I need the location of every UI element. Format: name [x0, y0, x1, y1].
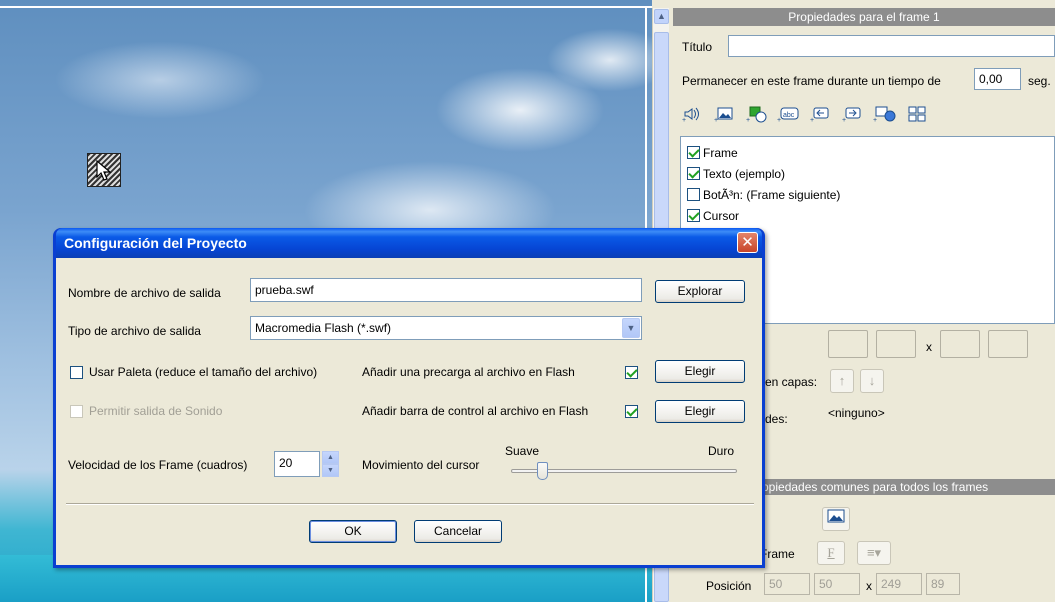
list-item-label: Cursor [703, 208, 740, 223]
slider-max-label: Duro [708, 444, 735, 458]
panel-header: Propiedades para el frame 1 [673, 8, 1055, 26]
frame-label: Frame [760, 547, 795, 561]
stay-time-label: Permanecer en este frame durante un tiem… [682, 74, 941, 88]
svg-text:+: + [714, 117, 718, 123]
web-link-icon[interactable]: + [872, 103, 898, 125]
controlbar-label: Añadir barra de control al archivo en Fl… [362, 404, 589, 418]
arrow-cursor-icon [96, 160, 112, 181]
size-separator: x [926, 340, 932, 354]
output-type-select[interactable]: Macromedia Flash (*.swf) ▼ [250, 316, 642, 340]
background-image-icon[interactable] [822, 507, 850, 531]
grid-icon[interactable] [904, 103, 930, 125]
list-item[interactable]: BotÃ³n: (Frame siguiente) [687, 184, 1054, 205]
title-label: Título [682, 40, 713, 54]
controlbar-checkbox[interactable] [625, 405, 638, 418]
image-icon[interactable]: + [712, 103, 738, 125]
position-w[interactable]: 249 [876, 573, 922, 595]
spin-up-icon[interactable]: ▲ [322, 451, 339, 464]
align-dropdown-icon[interactable]: ≡▾ [857, 541, 891, 565]
list-item-label: Texto (ejemplo) [703, 166, 786, 181]
spin-down-icon[interactable]: ▼ [322, 464, 339, 477]
button-next-icon[interactable]: + [840, 103, 866, 125]
frame-speed-input[interactable]: 20 [274, 451, 320, 477]
item-checkbox[interactable] [687, 209, 700, 222]
preload-label: Añadir una precarga al archivo en Flash [362, 365, 575, 379]
output-name-input[interactable]: prueba.swf [250, 278, 642, 302]
position-y[interactable]: 50 [814, 573, 860, 595]
shape-icon[interactable]: + [744, 103, 770, 125]
common-properties-header: ppiedades comunes para todos los frames [756, 479, 1055, 495]
browse-button[interactable]: Explorar [655, 280, 745, 303]
list-item[interactable]: Cursor [687, 205, 1054, 226]
use-palette-label: Usar Paleta (reduce el tamaño del archiv… [89, 365, 318, 379]
slider-thumb[interactable] [536, 462, 548, 480]
text-icon[interactable]: abc + [776, 103, 802, 125]
list-item-label: Frame [703, 145, 738, 160]
output-type-value: Macromedia Flash (*.swf) [255, 321, 392, 335]
size-x-box[interactable] [828, 330, 868, 358]
frame-speed-spinner[interactable]: ▲ ▼ [322, 451, 339, 477]
svg-text:+: + [777, 117, 781, 123]
item-checkbox[interactable] [687, 146, 700, 159]
list-item-label: BotÃ³n: (Frame siguiente) [703, 187, 841, 202]
slider-min-label: Suave [505, 444, 540, 458]
ok-button[interactable]: OK [309, 520, 397, 543]
svg-text:+: + [682, 117, 686, 123]
sound-label: Permitir salida de Sonido [89, 404, 223, 418]
dialog-titlebar[interactable]: Configuración del Proyecto ✕ [56, 228, 762, 258]
list-item[interactable]: Texto (ejemplo) [687, 163, 1054, 184]
svg-text:+: + [842, 117, 846, 123]
layer-down-icon[interactable]: ↓ [860, 369, 884, 393]
output-name-label: Nombre de archivo de salida [68, 286, 221, 300]
sound-checkbox[interactable] [70, 405, 83, 418]
svg-text:+: + [810, 117, 814, 123]
choose-preload-button[interactable]: Elegir [655, 360, 745, 383]
output-type-label: Tipo de archivo de salida [68, 324, 201, 338]
position-separator: x [866, 579, 872, 593]
cursor-move-label: Movimiento del cursor [362, 458, 480, 472]
button-prev-icon[interactable]: + [808, 103, 834, 125]
chevron-down-icon[interactable]: ▼ [622, 318, 640, 338]
use-palette-checkbox[interactable] [70, 366, 83, 379]
frame-border-top [0, 6, 652, 8]
title-input[interactable] [728, 35, 1055, 57]
size-y-box[interactable] [876, 330, 916, 358]
position-h[interactable]: 89 [926, 573, 960, 595]
item-checkbox[interactable] [687, 188, 700, 201]
font-button[interactable]: F [817, 541, 845, 565]
list-item[interactable]: Frame [687, 142, 1054, 163]
position-x[interactable]: 50 [764, 573, 810, 595]
cursor-speed-slider[interactable] [511, 462, 737, 482]
dialog-separator [66, 503, 754, 505]
dialog-body: Nombre de archivo de salida prueba.swf E… [56, 258, 762, 565]
frame-toolbar: + + + abc + + + + [680, 103, 930, 127]
project-config-dialog: Configuración del Proyecto ✕ Nombre de a… [53, 228, 765, 568]
sound-icon[interactable]: + [680, 103, 706, 125]
item-checkbox[interactable] [687, 167, 700, 180]
dialog-title: Configuración del Proyecto [64, 235, 247, 251]
size-w-box[interactable] [940, 330, 980, 358]
frame-speed-label: Velocidad de los Frame (cuadros) [68, 458, 248, 472]
cursor-object[interactable] [87, 153, 121, 187]
position-label: Posición [706, 579, 752, 593]
layers-label: en capas: [765, 375, 818, 389]
svg-text:abc: abc [783, 112, 795, 119]
layer-up-icon[interactable]: ↑ [830, 369, 854, 393]
stay-time-unit: seg. [1028, 74, 1051, 88]
properties-label: des: [765, 412, 788, 426]
size-h-box[interactable] [988, 330, 1028, 358]
properties-value: <ninguno> [828, 406, 885, 420]
cancel-button[interactable]: Cancelar [414, 520, 502, 543]
stay-time-input[interactable]: 0,00 [974, 68, 1021, 90]
svg-text:+: + [746, 117, 750, 123]
choose-controlbar-button[interactable]: Elegir [655, 400, 745, 423]
close-icon[interactable]: ✕ [737, 232, 758, 253]
svg-text:+: + [873, 117, 877, 123]
scroll-up-icon[interactable]: ▲ [654, 9, 669, 24]
preload-checkbox[interactable] [625, 366, 638, 379]
